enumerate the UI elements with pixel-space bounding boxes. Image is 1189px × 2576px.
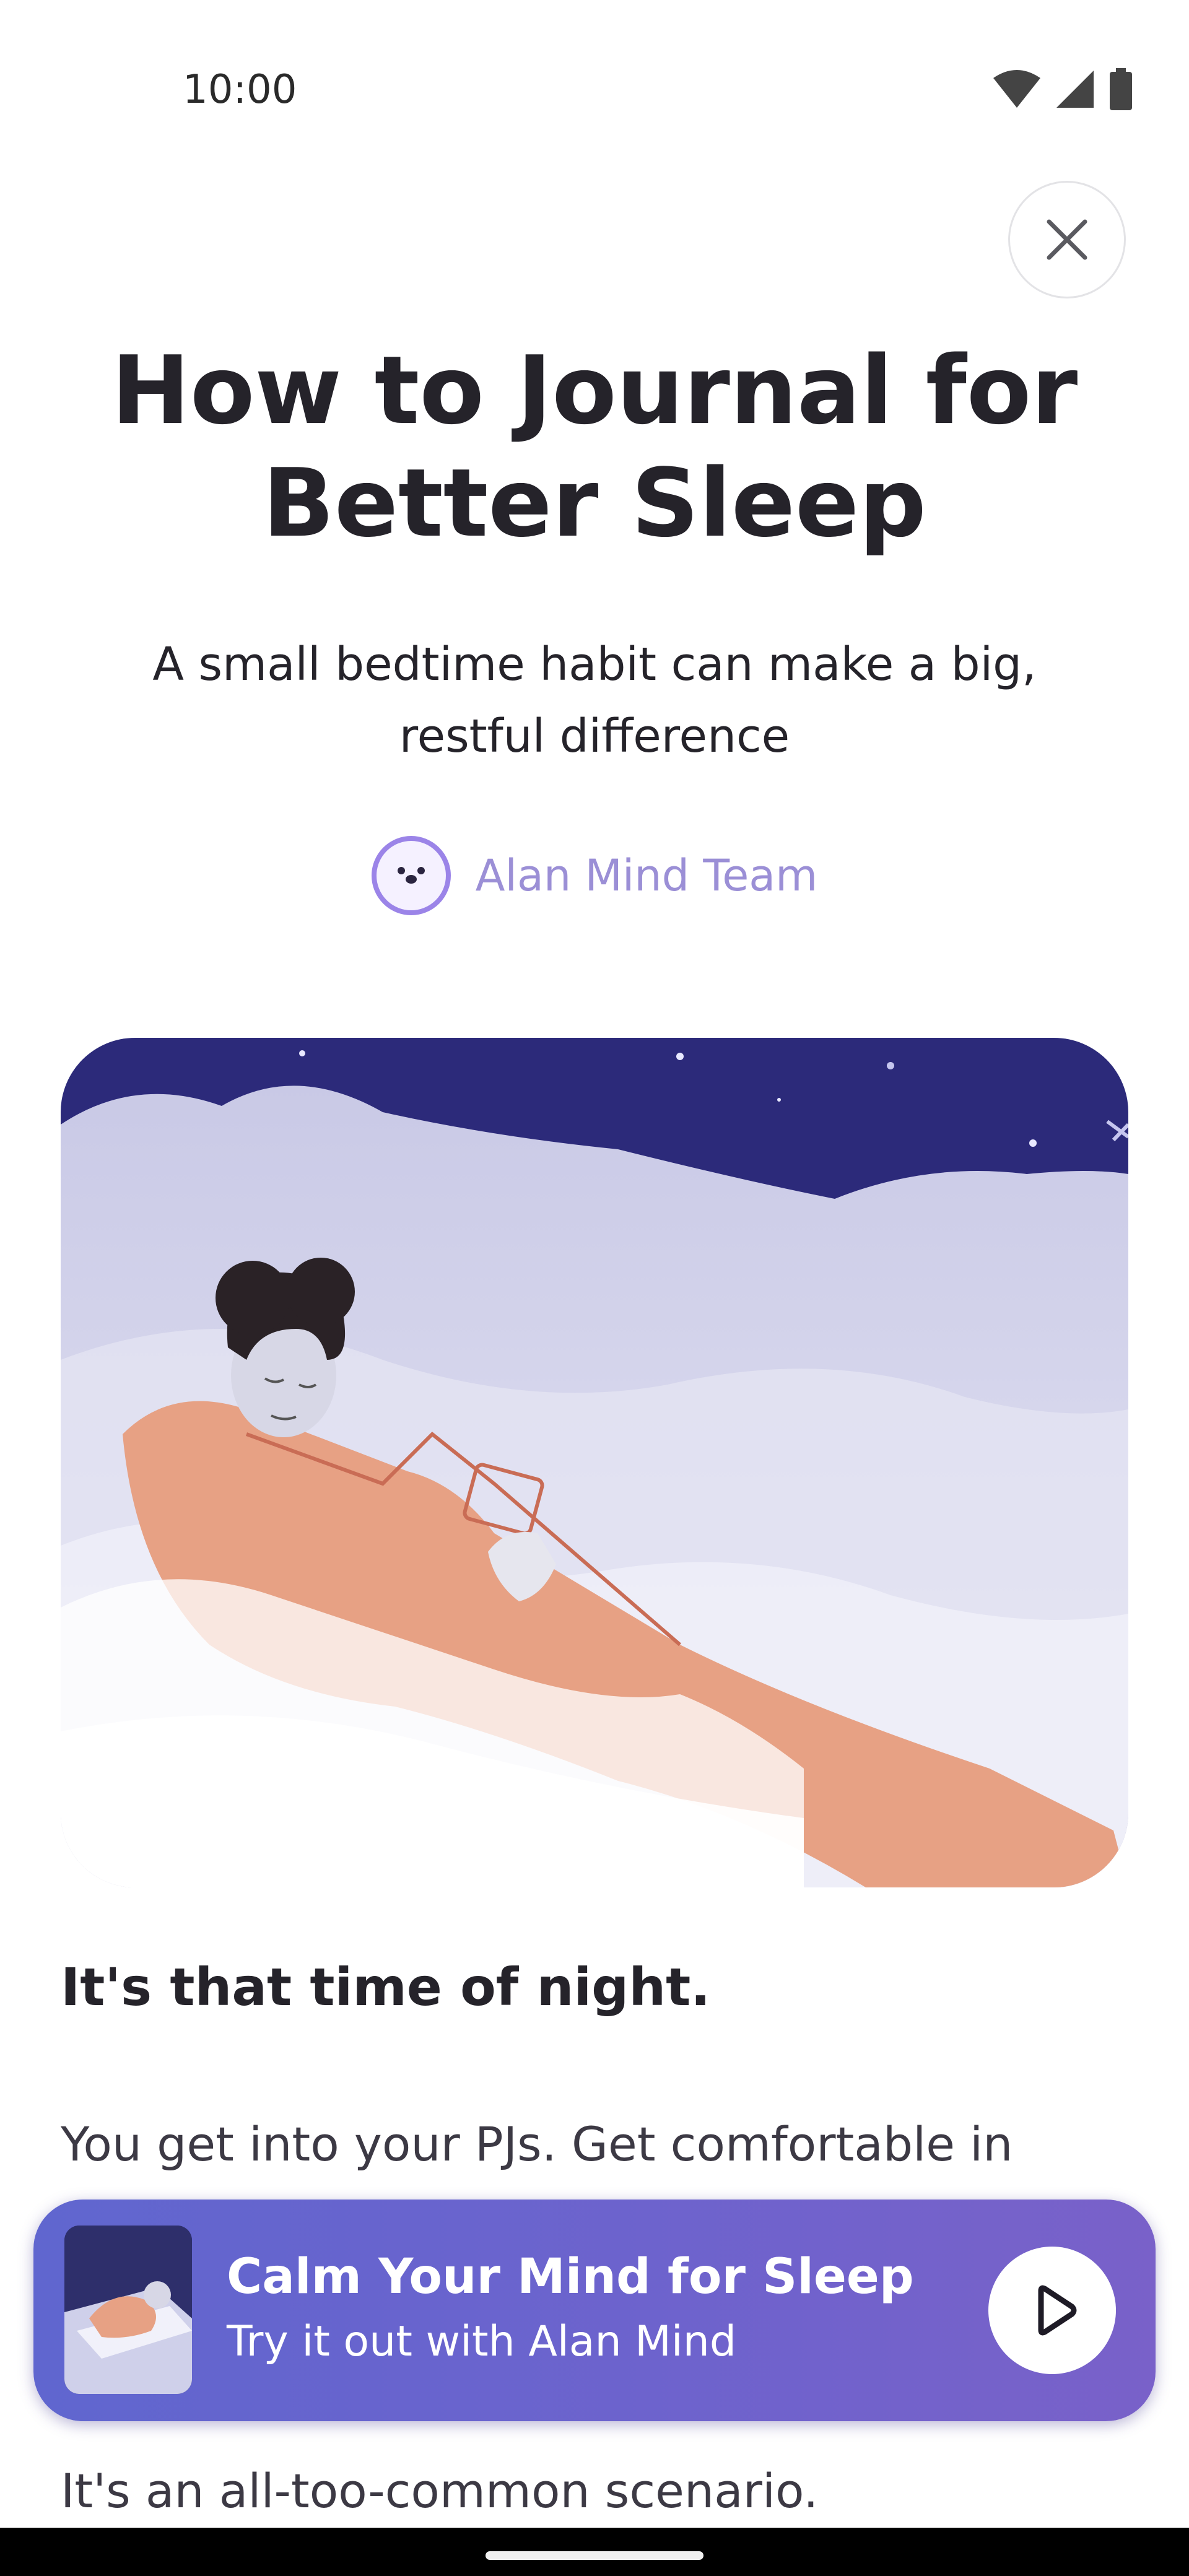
status-icons xyxy=(992,68,1133,110)
close-button[interactable] xyxy=(1008,181,1126,298)
face-icon xyxy=(397,867,425,884)
article-paragraph: You get into your PJs. Get comfortable i… xyxy=(61,2117,1013,2172)
author-row[interactable]: Alan Mind Team xyxy=(0,836,1189,915)
home-gesture-handle[interactable] xyxy=(486,2551,703,2560)
section-heading: It's that time of night. xyxy=(61,1957,711,2017)
avatar xyxy=(371,836,451,915)
promo-subtitle: Try it out with Alan Mind xyxy=(227,2317,737,2366)
status-time: 10:00 xyxy=(183,67,297,113)
play-button[interactable] xyxy=(988,2247,1116,2374)
article-subtitle: A small bedtime habit can make a big, re… xyxy=(152,638,1037,763)
battery-icon xyxy=(1110,68,1132,110)
article-title: How to Journal for Better Sleep xyxy=(111,336,1078,558)
play-icon xyxy=(1038,2285,1077,2336)
promo-title: Calm Your Mind for Sleep xyxy=(227,2249,914,2305)
promo-card[interactable]: Calm Your Mind for Sleep Try it out with… xyxy=(33,2200,1156,2421)
article-paragraph-2: It's an all-too-common scenario. xyxy=(61,2463,819,2518)
close-icon xyxy=(1047,219,1087,260)
author-name: Alan Mind Team xyxy=(475,850,818,901)
signal-icon xyxy=(1056,71,1094,108)
wifi-icon xyxy=(993,70,1040,108)
promo-thumbnail xyxy=(64,2226,192,2394)
status-bar: 10:00 xyxy=(0,0,1189,180)
hero-illustration xyxy=(61,1038,1128,1887)
